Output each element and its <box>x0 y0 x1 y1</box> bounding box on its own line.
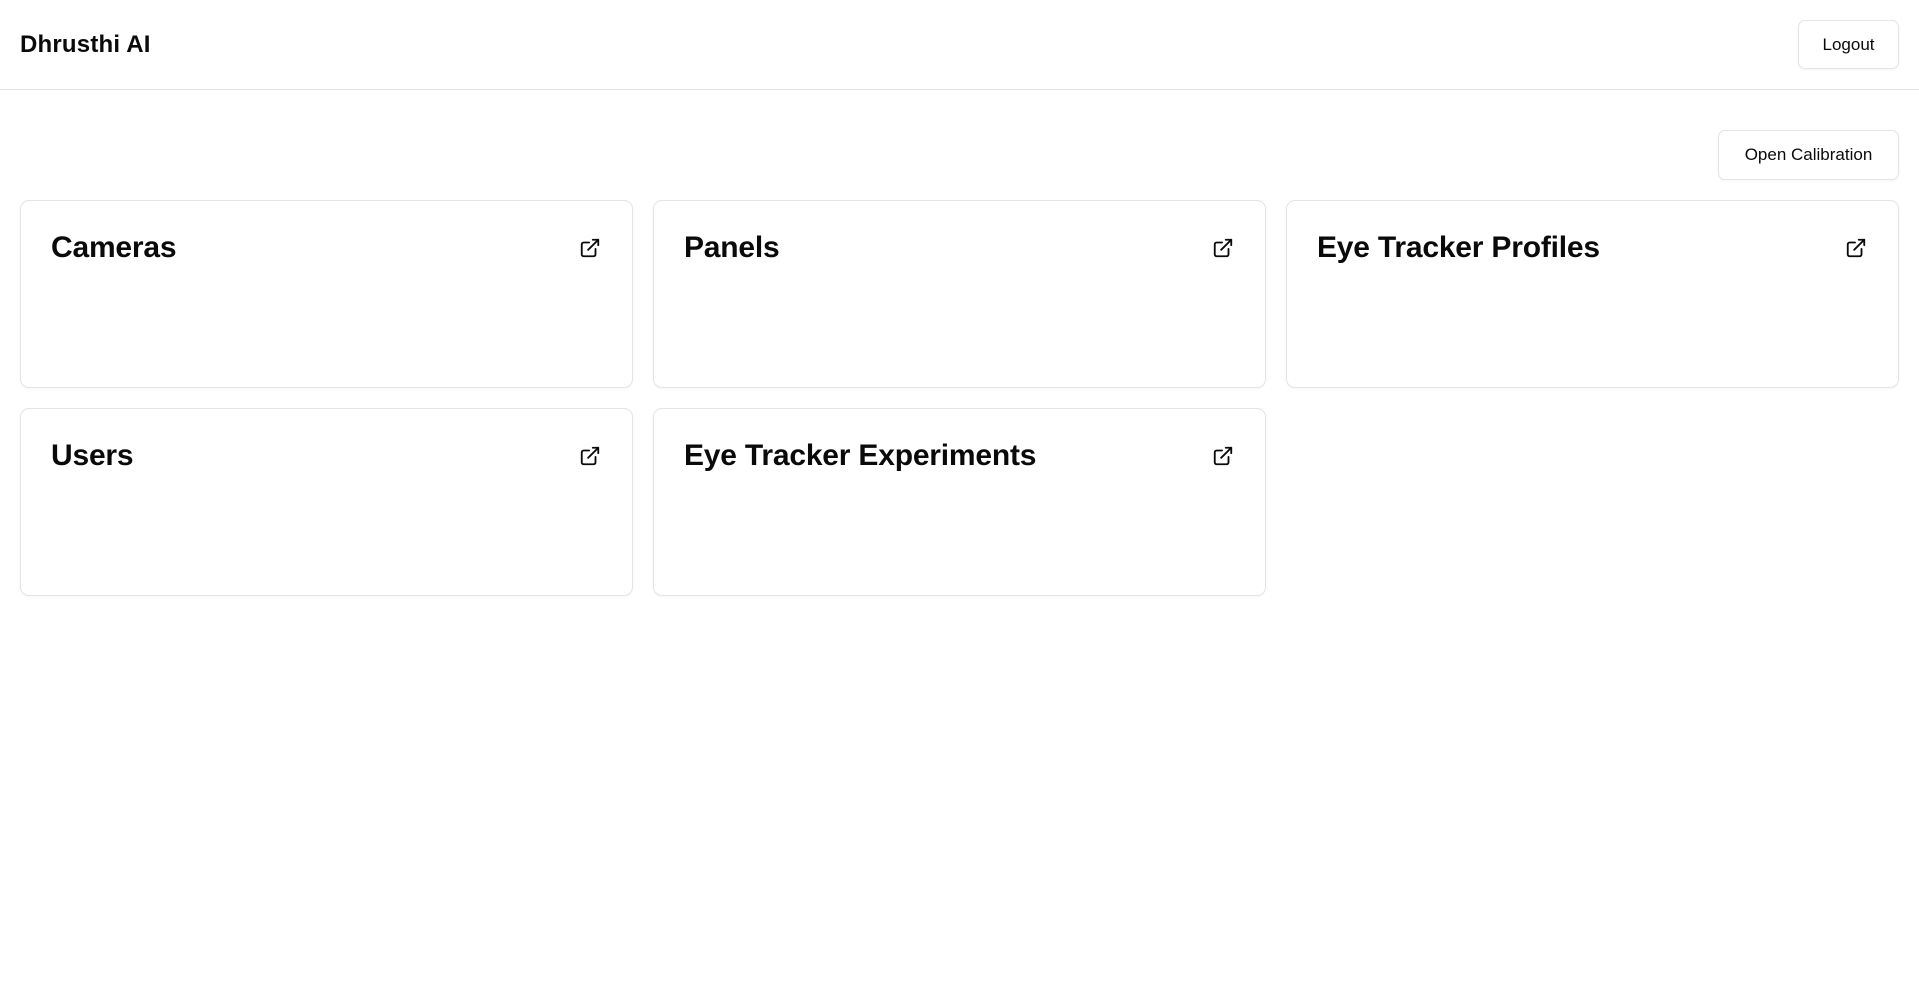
card-eye-tracker-experiments[interactable]: Eye Tracker Experiments <box>653 408 1266 596</box>
external-link-icon[interactable] <box>578 444 602 468</box>
logout-button[interactable]: Logout <box>1798 20 1899 69</box>
external-link-icon[interactable] <box>578 236 602 260</box>
card-title: Panels <box>684 231 780 264</box>
card-title: Users <box>51 439 134 472</box>
external-link-icon[interactable] <box>1211 236 1235 260</box>
brand-title: Dhrusthi AI <box>20 30 151 58</box>
card-panels[interactable]: Panels <box>653 200 1266 388</box>
external-link-icon[interactable] <box>1844 236 1868 260</box>
card-users[interactable]: Users <box>20 408 633 596</box>
app-header: Dhrusthi AI Logout <box>0 0 1919 90</box>
dashboard-grid: Cameras Panels Eye Tracker Profiles User… <box>20 200 1900 596</box>
card-cameras[interactable]: Cameras <box>20 200 633 388</box>
toolbar: Open Calibration <box>0 130 1919 180</box>
card-eye-tracker-profiles[interactable]: Eye Tracker Profiles <box>1286 200 1899 388</box>
card-title: Eye Tracker Experiments <box>684 439 1037 472</box>
card-title: Cameras <box>51 231 177 264</box>
external-link-icon[interactable] <box>1211 444 1235 468</box>
open-calibration-button[interactable]: Open Calibration <box>1718 130 1899 180</box>
card-title: Eye Tracker Profiles <box>1317 231 1600 264</box>
